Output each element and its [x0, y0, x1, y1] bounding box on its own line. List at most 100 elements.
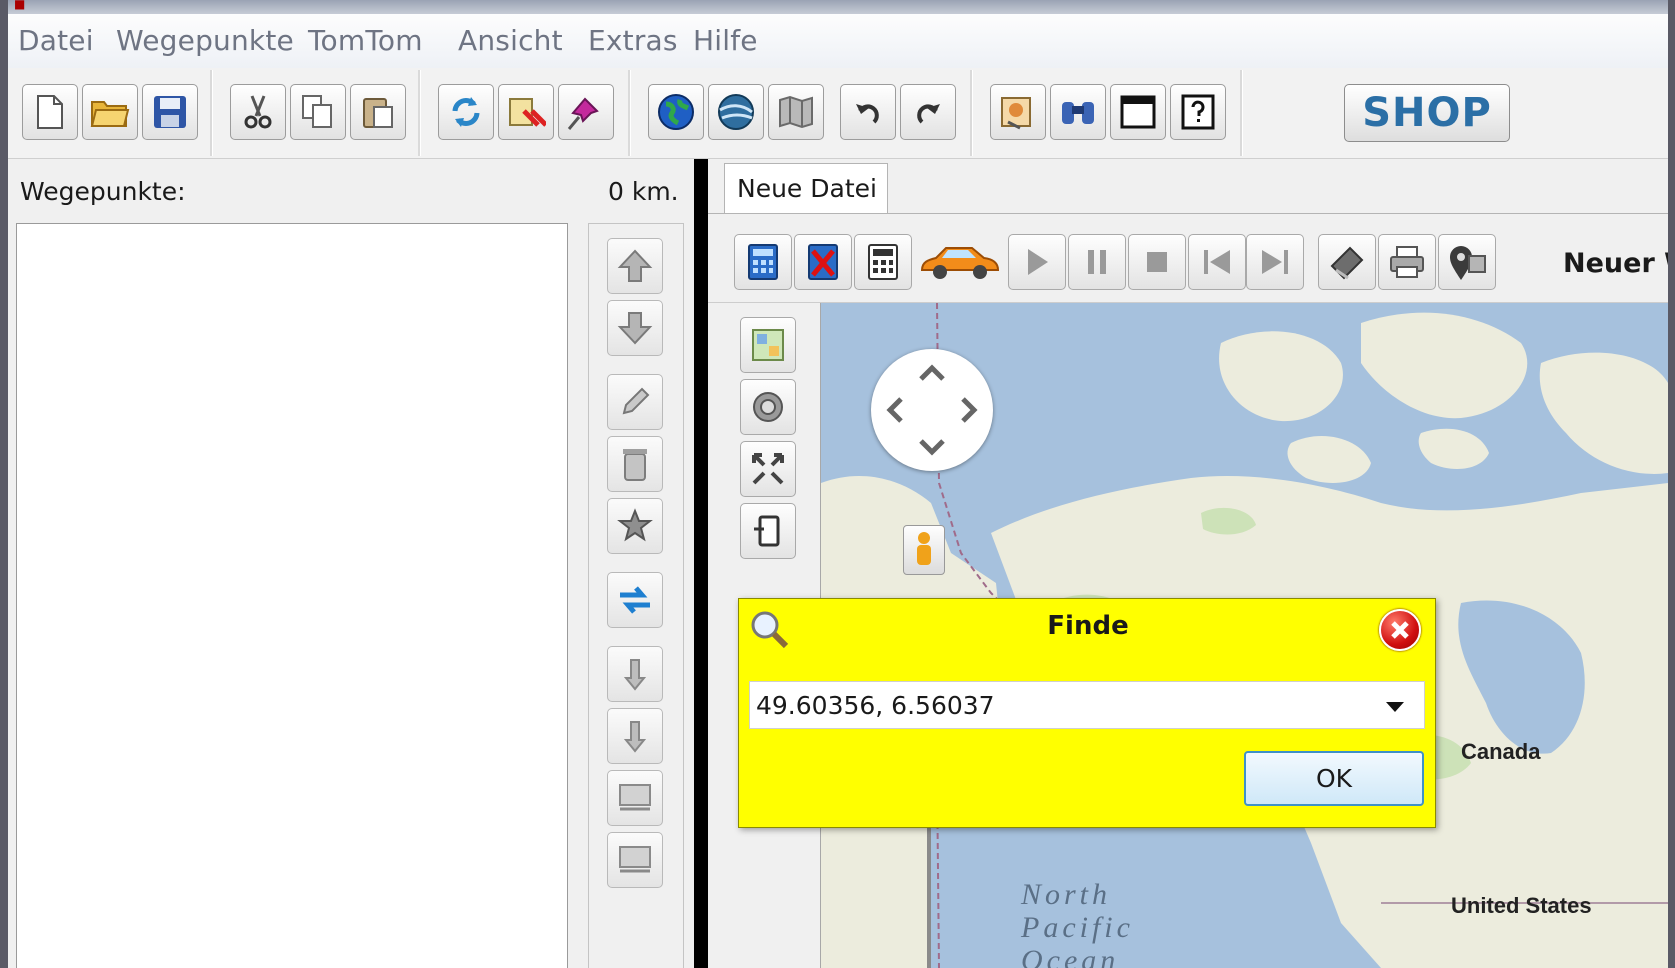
center-button[interactable] — [740, 379, 796, 435]
help-button[interactable] — [1170, 84, 1226, 140]
marker-print-button[interactable] — [1438, 234, 1496, 290]
waypoints-list[interactable] — [16, 223, 568, 968]
import-button[interactable] — [498, 84, 554, 140]
insert-before-button[interactable] — [607, 646, 663, 702]
move-up-button[interactable] — [607, 238, 663, 294]
new-file-button[interactable] — [22, 84, 78, 140]
menu-tomtom[interactable]: TomTom — [308, 24, 423, 57]
device-icon — [754, 515, 780, 547]
app-window: ■ Datei Wegepunkte TomTom Ansicht Extras… — [8, 0, 1668, 968]
menu-hilfe[interactable]: Hilfe — [693, 24, 758, 57]
edit-button[interactable] — [607, 374, 663, 430]
delete-button[interactable] — [607, 436, 663, 492]
pause-button[interactable] — [1068, 234, 1126, 290]
globe-button[interactable] — [648, 84, 704, 140]
skip-end-button[interactable] — [1246, 234, 1304, 290]
book-button[interactable] — [1318, 234, 1376, 290]
dropdown-arrow-icon[interactable] — [1386, 702, 1404, 712]
search-binoculars-button[interactable] — [1050, 84, 1106, 140]
find-location-value: 49.60356, 6.56037 — [756, 691, 995, 720]
ok-button[interactable]: OK — [1244, 751, 1424, 806]
device-button[interactable] — [740, 503, 796, 559]
flag-button[interactable] — [607, 832, 663, 888]
play-button[interactable] — [1008, 234, 1066, 290]
street-view-pegman[interactable] — [903, 525, 945, 575]
map-toolbar: Neuer W — [708, 214, 1668, 303]
favorite-button[interactable] — [607, 498, 663, 554]
map-label-canada: Canada — [1461, 739, 1541, 764]
print-button[interactable] — [1378, 234, 1436, 290]
reverse-arrows-icon — [620, 586, 650, 614]
calculator-clear-button[interactable] — [794, 234, 852, 290]
earth-globe-icon — [718, 94, 754, 130]
stop-button[interactable] — [1128, 234, 1186, 290]
redo-button[interactable] — [900, 84, 956, 140]
close-icon — [1391, 621, 1409, 639]
refresh-button[interactable] — [438, 84, 494, 140]
flag-icon — [619, 846, 651, 873]
flag-button[interactable] — [607, 770, 663, 826]
pushpin-icon — [567, 97, 599, 130]
copy-icon — [302, 95, 332, 128]
menu-ansicht[interactable]: Ansicht — [458, 24, 563, 57]
window-button[interactable] — [1110, 84, 1166, 140]
menu-wegepunkte[interactable]: Wegepunkte — [116, 24, 294, 57]
waypoints-label: Wegepunkte: — [20, 177, 186, 206]
calculator-cross-icon — [808, 244, 838, 280]
find-location-input[interactable]: 49.60356, 6.56037 — [749, 681, 1425, 729]
pushpin-button[interactable] — [558, 84, 614, 140]
map-marker-icon — [1450, 246, 1486, 280]
find-dialog: Finde 49.60356, 6.56037 OK — [738, 598, 1436, 828]
map-pan-control[interactable] — [871, 349, 993, 471]
car-simulation-button[interactable] — [918, 236, 1002, 290]
panel-splitter[interactable] — [694, 159, 708, 968]
refresh-icon — [452, 97, 480, 127]
calculator-button[interactable] — [854, 234, 912, 290]
map-layers-button[interactable] — [740, 317, 796, 373]
waypoint-tools — [588, 223, 684, 968]
star-pin-icon — [617, 508, 653, 542]
toolbar-separator — [210, 70, 213, 156]
help-question-icon — [1181, 94, 1215, 130]
fit-route-button[interactable] — [740, 441, 796, 497]
window-icon — [1120, 95, 1156, 129]
map-label-ocean: North Pacific Ocean — [1021, 878, 1134, 968]
calculator-grey-icon — [868, 244, 898, 280]
waypoints-panel: Wegepunkte: 0 km. — [8, 159, 688, 968]
route-planner-button[interactable] — [990, 84, 1046, 140]
ocean-line-3: Ocean — [1021, 944, 1120, 968]
shop-button[interactable]: SHOP — [1344, 84, 1510, 142]
menu-datei[interactable]: Datei — [18, 24, 94, 57]
small-arrow-down-icon — [623, 721, 647, 753]
move-down-button[interactable] — [607, 300, 663, 356]
toolbar-separator — [970, 70, 973, 156]
new-file-icon — [37, 95, 63, 129]
open-folder-icon — [90, 101, 130, 127]
paste-button[interactable] — [350, 84, 406, 140]
tab-neue-datei[interactable]: Neue Datei — [724, 163, 888, 213]
cut-button[interactable] — [230, 84, 286, 140]
close-button[interactable] — [1379, 609, 1421, 651]
toolbar-separator — [1240, 70, 1243, 156]
book-icon — [1330, 246, 1364, 280]
ocean-line-1: North — [1021, 878, 1112, 911]
skip-start-button[interactable] — [1188, 234, 1246, 290]
map-button[interactable] — [768, 84, 824, 140]
trash-icon — [623, 449, 647, 481]
insert-after-button[interactable] — [607, 708, 663, 764]
printer-icon — [1390, 246, 1424, 278]
folded-map-icon — [779, 95, 813, 129]
undo-button[interactable] — [840, 84, 896, 140]
open-file-button[interactable] — [82, 84, 138, 140]
save-button[interactable] — [142, 84, 198, 140]
save-floppy-icon — [154, 96, 186, 128]
calculator-blue-button[interactable] — [734, 234, 792, 290]
reverse-route-button[interactable] — [607, 572, 663, 628]
menu-extras[interactable]: Extras — [588, 24, 678, 57]
google-earth-button[interactable] — [708, 84, 764, 140]
skip-forward-icon — [1262, 250, 1288, 274]
pan-arrows-icon — [886, 364, 978, 456]
target-icon — [753, 392, 783, 422]
copy-button[interactable] — [290, 84, 346, 140]
toolbar-separator — [418, 70, 421, 156]
